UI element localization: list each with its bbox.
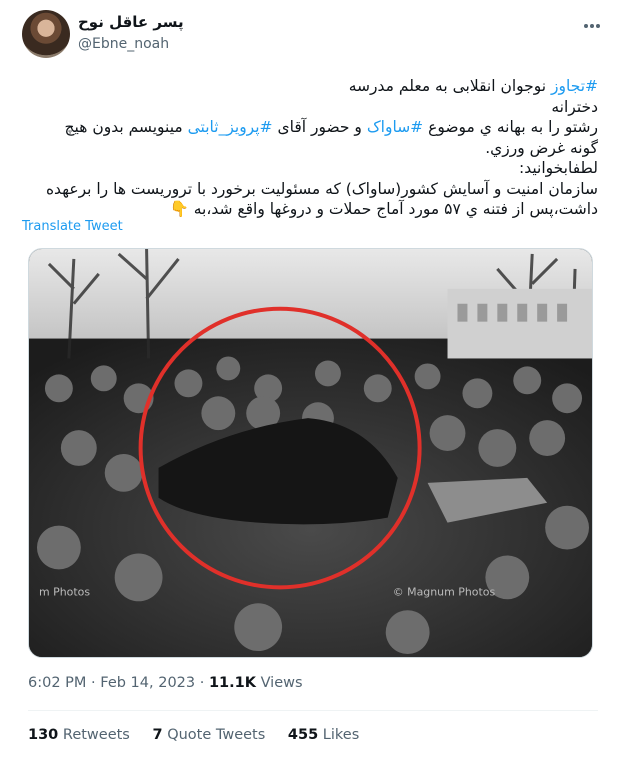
tweet-text: #تجاوز نوجوان انقلابی به معلم مدرسه دختر… (22, 76, 598, 220)
quotes-label: Quote Tweets (167, 727, 266, 743)
quote-tweets-stat[interactable]: 7 Quote Tweets (152, 727, 265, 743)
tweet: پسر عاقل نوح @Ebne_noah #تجاوز نوجوان ان… (0, 0, 626, 761)
divider (28, 710, 598, 711)
tweet-date[interactable]: Feb 14, 2023 (100, 675, 195, 691)
views-label: Views (260, 675, 303, 691)
tweet-line: رشتو را به بهانه ي موضوع #ساواک و حضور آ… (22, 117, 598, 138)
translate-tweet-link[interactable]: Translate Tweet (22, 219, 123, 234)
hashtag-link[interactable]: #ساواک (367, 118, 423, 136)
hashtag-link[interactable]: #تجاوز (551, 77, 598, 95)
views-count: 11.1K (208, 675, 256, 691)
tweet-line: گونه غرض ورزي. (485, 138, 598, 157)
meta-separator: · (91, 675, 101, 691)
tweet-line-text: نوجوان انقلابی به معلم مدرسه (348, 77, 551, 95)
tweet-header: پسر عاقل نوح @Ebne_noah (0, 0, 626, 64)
more-dots-icon[interactable] (580, 16, 604, 36)
retweets-label: Retweets (62, 727, 130, 743)
tweet-line: داشت،پس از فتنه ي ۵۷ مورد آماج حملات و د… (169, 200, 598, 218)
hashtag-link[interactable]: #پرویز_ثابتی (188, 118, 273, 136)
crowd-photo-image: m Photos © Magnum Photos (29, 249, 592, 657)
likes-label: Likes (322, 727, 360, 743)
author-handle[interactable]: @Ebne_noah (78, 36, 169, 52)
likes-count: 455 (287, 727, 319, 743)
tweet-line: دخترانه (551, 97, 598, 116)
retweets-count: 130 (28, 727, 59, 743)
tweet-line: لطفابخوانید: (519, 159, 598, 177)
tweet-line-text: مینویسم بدون هیچ (64, 118, 188, 136)
quotes-count: 7 (152, 727, 163, 743)
likes-stat[interactable]: 455 Likes (288, 727, 359, 743)
tweet-line: #تجاوز نوجوان انقلابی به معلم مدرسه (22, 76, 598, 97)
photo-watermark-right: © Magnum Photos (393, 585, 496, 598)
tweet-meta: 6:02 PM · Feb 14, 2023 · 11.1K Views (28, 675, 303, 691)
photo-watermark-left: m Photos (39, 585, 90, 598)
tweet-line: سازمان امنیت و آسایش کشور(ساواک) که مسئو… (45, 179, 598, 198)
tweet-line-text: و حضور آقای (272, 118, 367, 136)
tweet-photo[interactable]: m Photos © Magnum Photos (28, 248, 593, 658)
retweets-stat[interactable]: 130 Retweets (28, 727, 130, 743)
tweet-time[interactable]: 6:02 PM (28, 675, 86, 691)
engagement-stats: 130 Retweets 7 Quote Tweets 455 Likes (28, 727, 377, 743)
tweet-line-text: رشتو را به بهانه ي موضوع (423, 118, 598, 136)
author-display-name[interactable]: پسر عاقل نوح (78, 13, 184, 31)
meta-separator: · (199, 675, 209, 691)
avatar[interactable] (22, 10, 70, 58)
